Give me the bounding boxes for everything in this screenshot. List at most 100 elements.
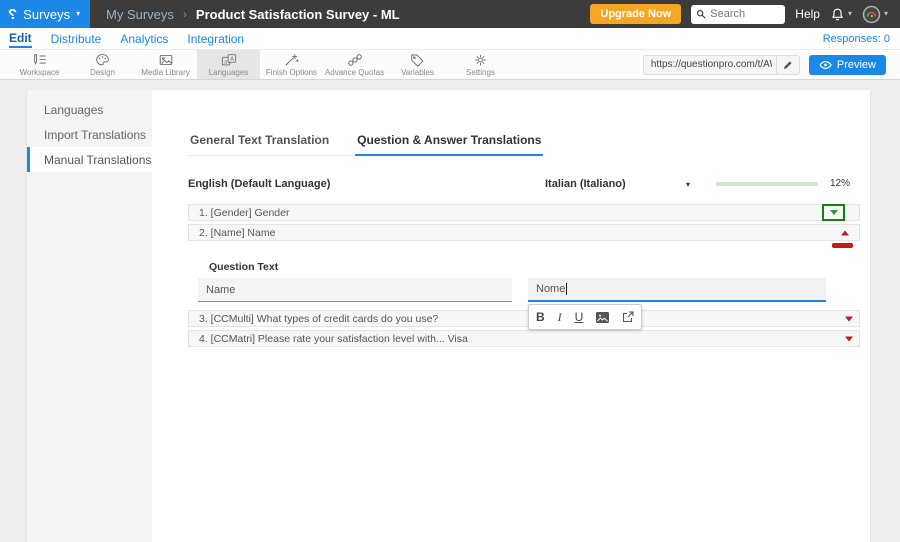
question-label: 1. [Gender] Gender xyxy=(199,206,290,219)
toolbar-settings[interactable]: Settings xyxy=(449,50,512,79)
topbar: ? Surveys ▾ My Surveys › Product Satisfa… xyxy=(0,0,900,28)
linked-rings-icon xyxy=(347,53,363,67)
svg-text:A: A xyxy=(230,56,234,62)
toolbar-label: Variables xyxy=(401,67,434,77)
preview-label: Preview xyxy=(836,58,876,71)
expand-arrow-slot[interactable] xyxy=(845,336,853,341)
breadcrumb-my-surveys[interactable]: My Surveys xyxy=(106,7,174,22)
text-cursor xyxy=(566,283,568,295)
expanded-marker-bar xyxy=(832,243,853,248)
formatting-toolbar: B I U xyxy=(528,304,643,330)
nav-integration[interactable]: Integration xyxy=(187,30,244,47)
survey-url-input[interactable] xyxy=(643,59,776,70)
expand-arrow-slot[interactable] xyxy=(845,316,853,321)
global-search-box[interactable] xyxy=(691,4,786,24)
expand-arrow-icon xyxy=(845,316,853,321)
upgrade-now-button[interactable]: Upgrade Now xyxy=(590,4,682,24)
bold-button[interactable]: B xyxy=(536,310,545,324)
topbar-right: Upgrade Now Help ▾ ▾ xyxy=(590,0,900,28)
question-row-ccmatri[interactable]: 4. [CCMatri] Please rate your satisfacti… xyxy=(188,330,860,347)
image-icon xyxy=(158,53,174,67)
content-area: Languages Import Translations Manual Tra… xyxy=(0,81,900,542)
expand-arrow-icon[interactable] xyxy=(829,210,838,215)
click-highlight-box xyxy=(822,204,845,221)
breadcrumb: My Surveys › Product Satisfaction Survey… xyxy=(106,0,400,28)
collapse-arrow-slot[interactable] xyxy=(841,230,849,235)
toolbar-media-library[interactable]: Media Library xyxy=(134,50,197,79)
target-language-select[interactable]: Italian (Italiano) xyxy=(545,178,626,190)
edit-toolbar: Workspace Design Media Library Aa Langua… xyxy=(0,49,900,80)
sidebar-item-import-translations[interactable]: Import Translations xyxy=(27,122,152,147)
toolbar-label: Media Library xyxy=(141,67,190,77)
tab-general-text-translation[interactable]: General Text Translation xyxy=(188,133,331,155)
app-menu-label: Surveys xyxy=(23,6,71,22)
breadcrumb-separator: › xyxy=(182,7,187,21)
source-question-input[interactable]: Name xyxy=(198,278,512,302)
surveys-app-menu[interactable]: ? Surveys ▾ xyxy=(0,0,90,28)
source-language-label: English (Default Language) xyxy=(188,178,331,190)
avatar-gauge-icon xyxy=(862,5,881,24)
bell-icon xyxy=(830,7,845,22)
sidebar-item-languages[interactable]: Languages xyxy=(27,97,152,122)
question-label: 4. [CCMatri] Please rate your satisfacti… xyxy=(199,332,468,345)
survey-url-box xyxy=(642,54,800,75)
tag-icon xyxy=(410,53,425,67)
svg-text:a: a xyxy=(224,59,227,65)
toolbar-advance-quotas[interactable]: Advance Quotas xyxy=(323,50,386,79)
pencil-icon xyxy=(783,60,793,70)
toolbar-label: Finish Options xyxy=(265,67,318,77)
translation-progress-bar xyxy=(716,182,818,186)
toolbar-workspace[interactable]: Workspace xyxy=(8,50,71,79)
translations-panel: General Text Translation Question & Answ… xyxy=(152,90,870,542)
chevron-down-icon[interactable]: ▾ xyxy=(686,180,690,189)
insert-image-button[interactable] xyxy=(596,311,610,323)
toolbar-right: Preview xyxy=(642,50,900,79)
notifications-button[interactable]: ▾ xyxy=(830,7,852,22)
toolbar-label: Workspace xyxy=(19,67,60,77)
insert-link-button[interactable] xyxy=(622,311,634,323)
question-label: 2. [Name] Name xyxy=(199,226,276,239)
image-icon xyxy=(596,311,610,323)
workspace-icon xyxy=(32,53,48,67)
target-question-input[interactable]: Nome xyxy=(528,278,826,302)
language-row: English (Default Language) Italian (Ital… xyxy=(188,177,860,193)
tab-question-answer-translations[interactable]: Question & Answer Translations xyxy=(355,133,544,156)
italic-button[interactable]: I xyxy=(558,310,562,325)
toolbar-variables[interactable]: Variables xyxy=(386,50,449,79)
external-link-icon xyxy=(622,311,634,323)
toolbar-label: Advance Quotas xyxy=(324,67,385,77)
question-text-label: Question Text xyxy=(209,261,279,273)
toolbar-languages[interactable]: Aa Languages xyxy=(197,50,260,79)
chevron-down-icon: ▾ xyxy=(76,9,81,18)
search-input[interactable] xyxy=(710,8,781,20)
question-row-ccmulti[interactable]: 3. [CCMulti] What types of credit cards … xyxy=(188,310,860,327)
question-list: 1. [Gender] Gender 2. [Name] Name Questi… xyxy=(188,204,860,347)
toolbar-design[interactable]: Design xyxy=(71,50,134,79)
palette-icon xyxy=(95,53,110,67)
nav-analytics[interactable]: Analytics xyxy=(120,30,168,47)
edit-url-button[interactable] xyxy=(775,55,799,74)
survey-title: Product Satisfaction Survey - ML xyxy=(195,6,400,22)
collapse-arrow-icon xyxy=(841,230,849,235)
toolbar-finish-options[interactable]: Finish Options xyxy=(260,50,323,79)
responses-count[interactable]: Responses: 0 xyxy=(823,33,890,45)
toolbar-label: Languages xyxy=(208,67,249,77)
nav-distribute[interactable]: Distribute xyxy=(51,30,102,47)
chevron-down-icon: ▾ xyxy=(847,9,852,18)
source-question-value: Name xyxy=(206,283,236,296)
preview-button[interactable]: Preview xyxy=(808,54,886,75)
question-row-gender[interactable]: 1. [Gender] Gender xyxy=(188,204,860,221)
underline-button[interactable]: U xyxy=(575,310,584,324)
gear-icon xyxy=(473,53,488,67)
search-icon xyxy=(696,9,706,19)
question-label: 3. [CCMulti] What types of credit cards … xyxy=(199,312,439,325)
help-link[interactable]: Help xyxy=(795,7,820,21)
chevron-down-icon: ▾ xyxy=(883,9,888,18)
sidebar-item-manual-translations[interactable]: Manual Translations xyxy=(27,147,152,172)
magic-wand-icon xyxy=(284,53,299,67)
account-menu[interactable]: ▾ xyxy=(862,5,888,24)
nav-edit[interactable]: Edit xyxy=(9,29,32,48)
translation-tabs: General Text Translation Question & Answ… xyxy=(188,133,544,156)
question-row-name[interactable]: 2. [Name] Name xyxy=(188,224,860,248)
target-question-value: Nome xyxy=(536,283,566,295)
